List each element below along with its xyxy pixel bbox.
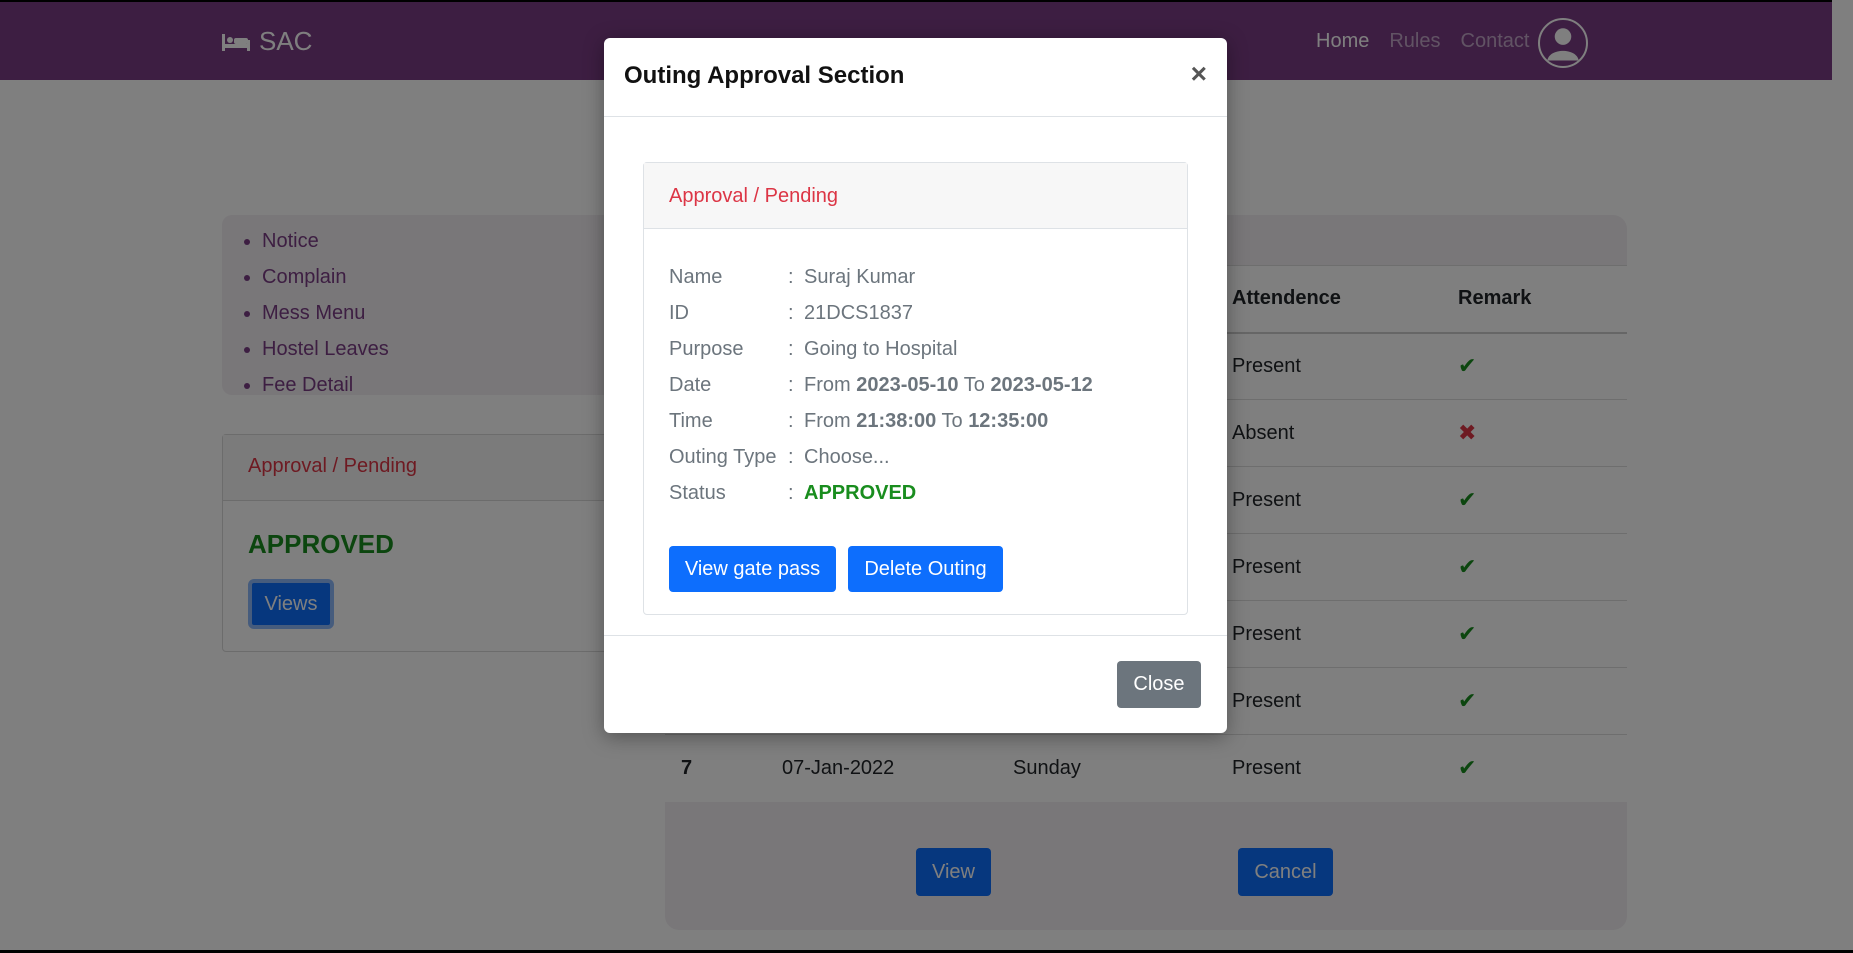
outing-approval-modal: Outing Approval Section × Approval / Pen…	[604, 38, 1227, 733]
view-gate-pass-button[interactable]: View gate pass	[669, 546, 836, 592]
close-button[interactable]: Close	[1117, 661, 1201, 708]
detail-row-time: Time : From 21:38:00 To 12:35:00	[669, 403, 1162, 439]
date-to-word: To	[963, 373, 985, 396]
outing-type-label: Outing Type	[669, 445, 777, 468]
separator: :	[788, 481, 794, 504]
time-from-word: From	[804, 409, 851, 432]
name-label: Name	[669, 265, 723, 288]
separator: :	[788, 337, 794, 360]
outing-details-card: Approval / Pending Name : Suraj Kumar ID…	[643, 162, 1188, 615]
status-value: APPROVED	[804, 481, 917, 504]
id-label: ID	[669, 301, 689, 324]
modal-close-icon[interactable]: ×	[1191, 58, 1207, 90]
date-value: From 2023-05-10 To 2023-05-12	[804, 374, 1093, 397]
outing-details: Name : Suraj Kumar ID : 21DCS1837 Purpos…	[644, 229, 1187, 511]
date-to: 2023-05-12	[990, 373, 1093, 396]
outing-type-value: Choose...	[804, 445, 890, 468]
id-value: 21DCS1837	[804, 301, 913, 324]
separator: :	[788, 301, 794, 324]
detail-row-name: Name : Suraj Kumar	[669, 259, 1162, 295]
time-value: From 21:38:00 To 12:35:00	[804, 410, 1048, 433]
delete-outing-button[interactable]: Delete Outing	[848, 546, 1003, 592]
detail-row-outing-type: Outing Type : Choose...	[669, 439, 1162, 475]
detail-row-id: ID : 21DCS1837	[669, 295, 1162, 331]
purpose-value: Going to Hospital	[804, 337, 958, 360]
detail-row-purpose: Purpose : Going to Hospital	[669, 331, 1162, 367]
purpose-label: Purpose	[669, 337, 744, 360]
status-label: Status	[669, 481, 726, 504]
modal-footer: Close	[604, 635, 1227, 733]
outing-card-header: Approval / Pending	[644, 163, 1187, 229]
time-label: Time	[669, 409, 713, 432]
time-from: 21:38:00	[856, 409, 937, 432]
name-value: Suraj Kumar	[804, 265, 916, 288]
detail-row-status: Status : APPROVED	[669, 475, 1162, 511]
modal-title: Outing Approval Section	[624, 62, 905, 89]
time-to: 12:35:00	[968, 409, 1049, 432]
date-from-word: From	[804, 373, 851, 396]
date-label: Date	[669, 373, 712, 396]
time-to-word: To	[941, 409, 963, 432]
separator: :	[788, 445, 794, 468]
modal-header: Outing Approval Section ×	[604, 38, 1227, 117]
separator: :	[788, 265, 794, 288]
separator: :	[788, 409, 794, 432]
detail-row-date: Date : From 2023-05-10 To 2023-05-12	[669, 367, 1162, 403]
separator: :	[788, 373, 794, 396]
date-from: 2023-05-10	[856, 373, 959, 396]
